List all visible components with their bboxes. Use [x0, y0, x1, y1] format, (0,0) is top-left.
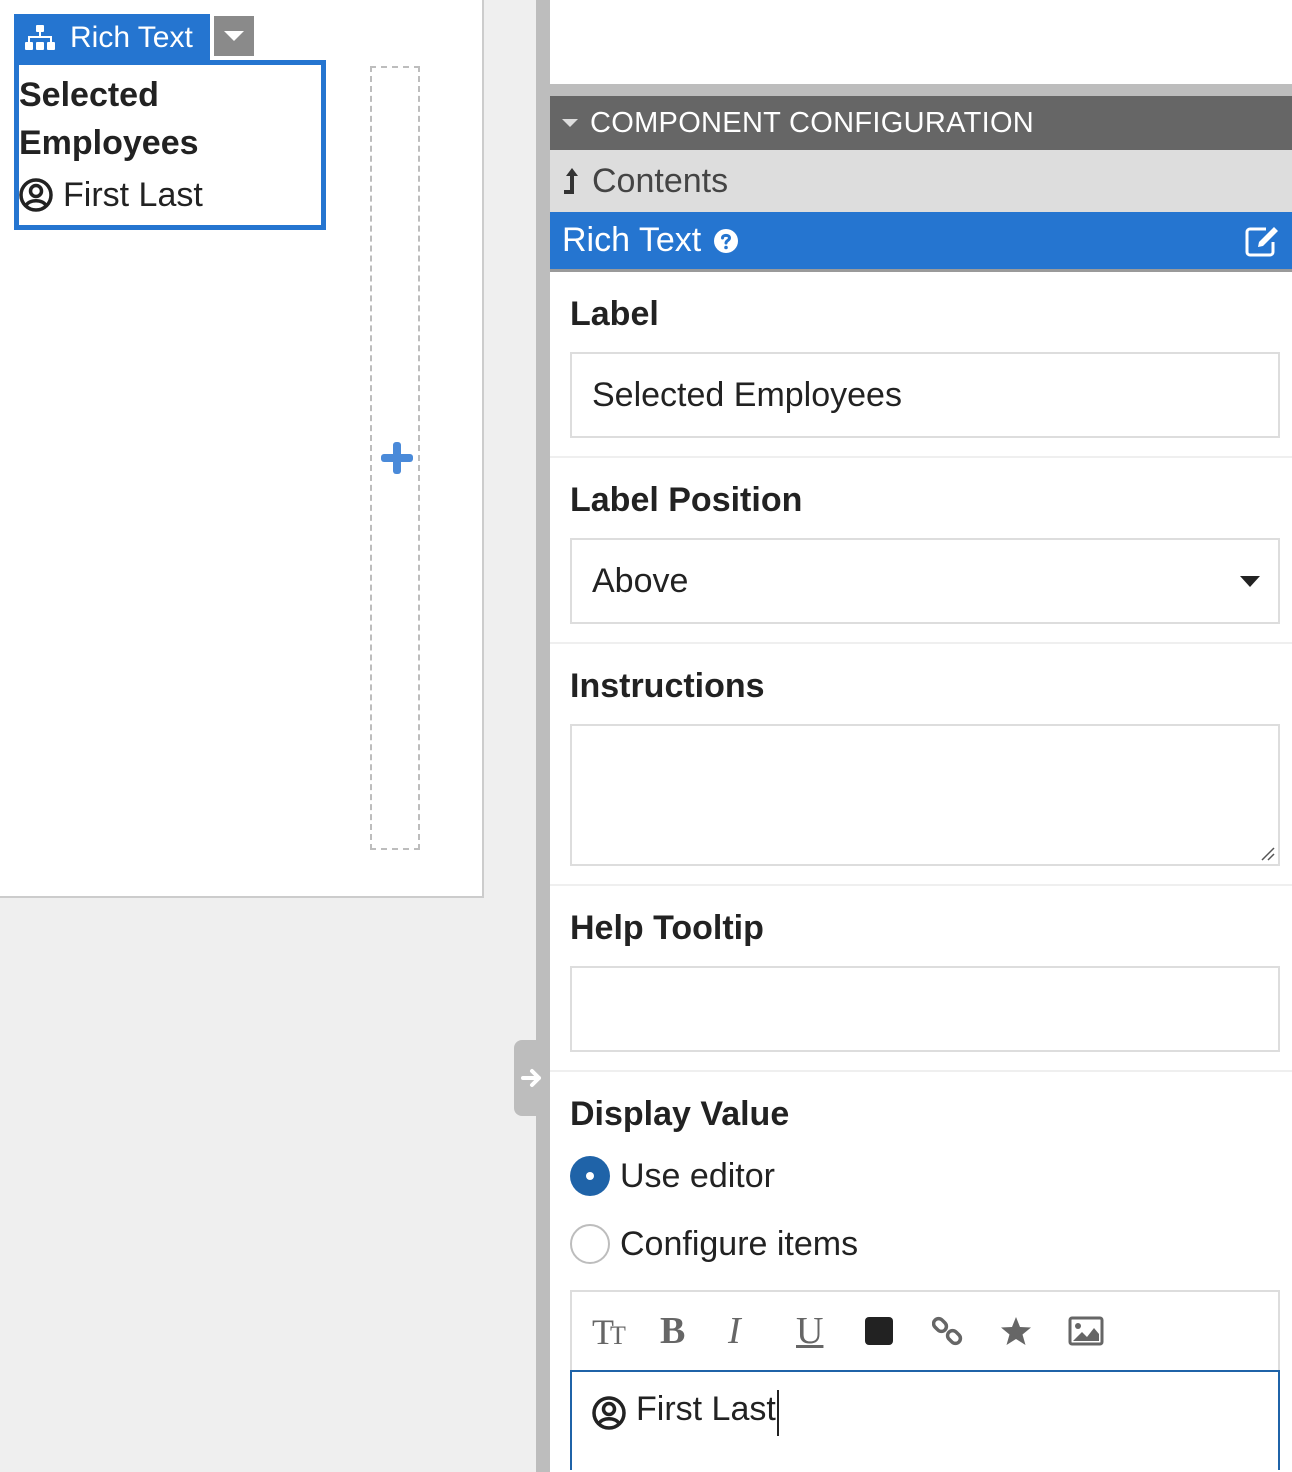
radio-unselected-icon[interactable]: [570, 1224, 610, 1264]
panel-top-area: [550, 0, 1292, 96]
user-circle-icon: [19, 178, 53, 212]
level-up-icon: [564, 168, 578, 194]
design-canvas: Rich Text Selected Employees First Last: [0, 0, 484, 898]
contents-link[interactable]: Contents: [550, 150, 1292, 212]
instructions-section: Instructions: [550, 644, 1292, 886]
help-tooltip-title: Help Tooltip: [570, 909, 764, 947]
label-input-value: Selected Employees: [592, 375, 902, 414]
color-swatch-icon: [865, 1317, 893, 1345]
help-tooltip-section: Help Tooltip: [550, 886, 1292, 1072]
image-button[interactable]: [1068, 1309, 1136, 1353]
label-input[interactable]: Selected Employees: [570, 352, 1280, 438]
caret-down-icon: [562, 119, 578, 127]
hierarchy-icon: [25, 25, 55, 50]
radio-selected-icon[interactable]: [570, 1156, 610, 1196]
star-icon: [1001, 1317, 1031, 1345]
instructions-textarea[interactable]: [570, 724, 1280, 866]
component-menu-button[interactable]: [214, 16, 254, 56]
person-item: First Last: [19, 173, 321, 217]
panel-splitter[interactable]: [536, 0, 550, 1472]
instructions-title: Instructions: [570, 667, 765, 705]
italic-button[interactable]: I: [728, 1309, 796, 1353]
link-icon: [932, 1316, 963, 1346]
edit-icon[interactable]: [1244, 224, 1282, 258]
label-field-title: Label: [570, 295, 659, 333]
text-cursor: [776, 1390, 779, 1436]
svg-text:T: T: [610, 1321, 626, 1348]
radio-configure-items[interactable]: Configure items: [570, 1222, 1280, 1266]
text-size-button[interactable]: T T: [592, 1309, 660, 1353]
help-icon[interactable]: [713, 228, 739, 254]
rich-text-component[interactable]: Selected Employees First Last: [14, 60, 326, 230]
section-header-label: COMPONENT CONFIGURATION: [590, 106, 1035, 139]
component-title: Selected Employees: [19, 76, 199, 162]
component-tab[interactable]: Rich Text: [14, 14, 210, 62]
add-component-dropzone[interactable]: [370, 66, 420, 850]
editor-toolbar: T T B I U: [572, 1292, 1278, 1370]
text-color-button[interactable]: [864, 1309, 932, 1353]
label-section: Label Selected Employees: [550, 272, 1292, 458]
italic-icon: I: [728, 1310, 741, 1352]
star-button[interactable]: [1000, 1309, 1068, 1353]
component-configuration-header[interactable]: COMPONENT CONFIGURATION: [550, 96, 1292, 150]
display-value-title: Display Value: [570, 1095, 790, 1133]
radio-use-editor-label: Use editor: [620, 1156, 775, 1195]
user-circle-icon: [592, 1396, 626, 1430]
help-tooltip-input[interactable]: [570, 966, 1280, 1052]
link-button[interactable]: [932, 1309, 1000, 1353]
component-type-label: Rich Text: [562, 221, 702, 259]
person-name: First Last: [63, 176, 203, 214]
contents-label: Contents: [592, 161, 729, 200]
label-position-select[interactable]: Above: [570, 538, 1280, 624]
rich-text-editor: T T B I U First Last: [570, 1290, 1280, 1470]
label-position-section: Label Position Above: [550, 458, 1292, 644]
radio-configure-items-label: Configure items: [620, 1224, 859, 1263]
radio-use-editor[interactable]: Use editor: [570, 1154, 1280, 1198]
collapse-panel-button[interactable]: [514, 1040, 550, 1116]
label-position-value: Above: [592, 561, 689, 600]
display-value-section: Display Value Use editor Configure items…: [550, 1072, 1292, 1470]
editor-content-area[interactable]: First Last: [570, 1370, 1280, 1470]
image-icon: [1068, 1316, 1104, 1346]
text-size-icon: T T: [592, 1314, 626, 1348]
caret-down-icon: [224, 31, 244, 41]
editor-content-text: First Last: [636, 1390, 776, 1428]
dropdown-caret-icon: [1240, 576, 1260, 587]
label-position-title: Label Position: [570, 481, 803, 519]
arrow-right-icon: [521, 1069, 541, 1087]
underline-button[interactable]: U: [796, 1309, 864, 1353]
bold-button[interactable]: B: [660, 1309, 728, 1353]
component-tab-label: Rich Text: [70, 21, 193, 54]
bold-icon: B: [660, 1310, 686, 1352]
configuration-panel: COMPONENT CONFIGURATION Contents Rich Te…: [550, 0, 1292, 1472]
resize-grip-icon[interactable]: [1260, 846, 1276, 862]
plus-icon: [381, 442, 413, 474]
component-type-header: Rich Text: [550, 212, 1292, 272]
underline-icon: U: [796, 1310, 824, 1352]
